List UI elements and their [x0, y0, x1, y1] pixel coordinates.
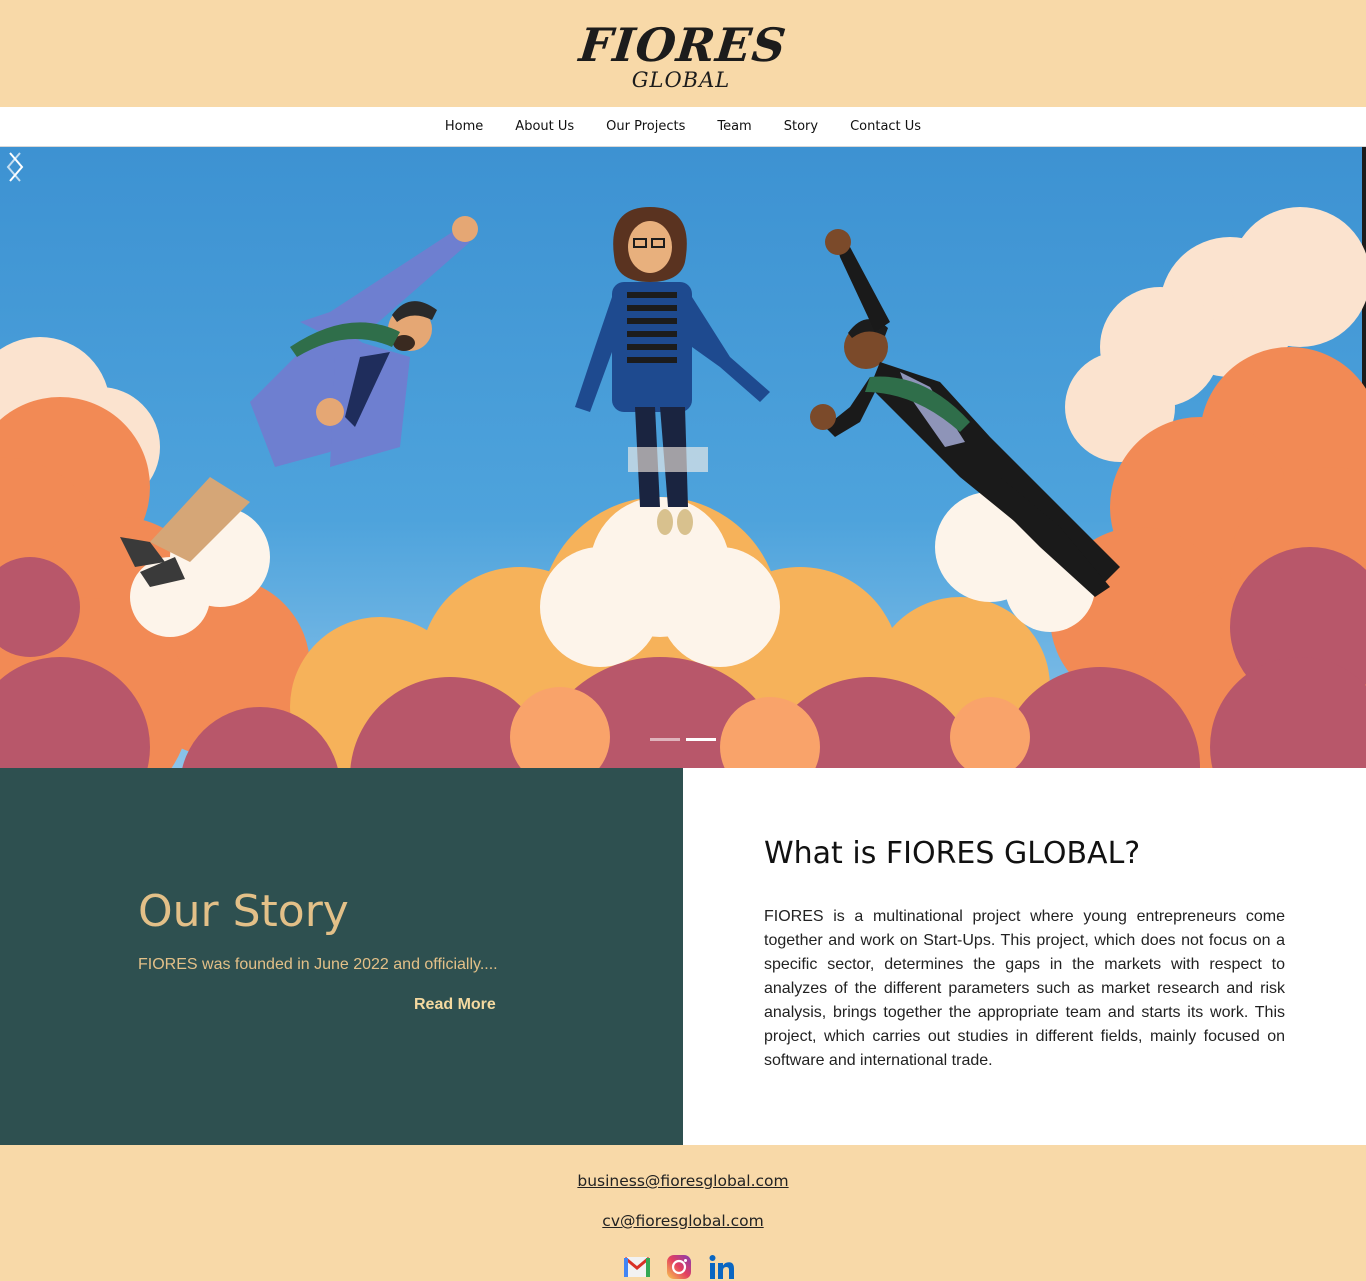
story-panel: Our Story FIORES was founded in June 202…	[0, 768, 683, 1145]
story-excerpt: FIORES was founded in June 2022 and offi…	[138, 956, 498, 973]
slide-indicators	[650, 738, 716, 741]
nav-item-contact-us[interactable]: Contact Us	[850, 119, 921, 134]
nav-item-story[interactable]: Story	[784, 119, 818, 134]
nav-item-team[interactable]: Team	[717, 119, 751, 134]
instagram-icon[interactable]	[664, 1253, 694, 1281]
gmail-icon[interactable]	[622, 1253, 652, 1281]
nav-item-home[interactable]: Home	[445, 119, 483, 134]
site-header: FIORES GLOBAL	[0, 0, 1366, 107]
about-panel: What is FIORES GLOBAL? FIORES is a multi…	[683, 768, 1366, 1145]
linkedin-icon[interactable]	[706, 1253, 736, 1281]
read-more-link[interactable]: Read More	[414, 996, 496, 1014]
social-links	[622, 1253, 736, 1281]
business-email-link[interactable]: business@fioresglobal.com	[577, 1172, 788, 1190]
nav-item-about-us[interactable]: About Us	[515, 119, 574, 134]
hero-illustration	[0, 147, 1366, 768]
logo[interactable]: FIORES GLOBAL	[0, 18, 1366, 92]
main-nav: Home About Us Our Projects Team Story Co…	[0, 107, 1366, 147]
logo-tagline: GLOBAL	[631, 68, 731, 92]
about-body: FIORES is a multinational project where …	[764, 908, 1285, 1069]
slide-indicator-1[interactable]	[650, 738, 680, 741]
about-title: What is FIORES GLOBAL?	[764, 836, 1141, 871]
cv-email-link[interactable]: cv@fioresglobal.com	[602, 1212, 763, 1230]
slide-indicator-2[interactable]	[686, 738, 716, 741]
site-footer: business@fioresglobal.com cv@fioresgloba…	[0, 1145, 1366, 1281]
next-slide-arrow[interactable]	[0, 147, 30, 187]
logo-wordmark: FIORES	[576, 18, 790, 72]
nav-item-our-projects[interactable]: Our Projects	[606, 119, 685, 134]
hero-slider	[0, 147, 1366, 768]
story-title: Our Story	[138, 886, 349, 937]
